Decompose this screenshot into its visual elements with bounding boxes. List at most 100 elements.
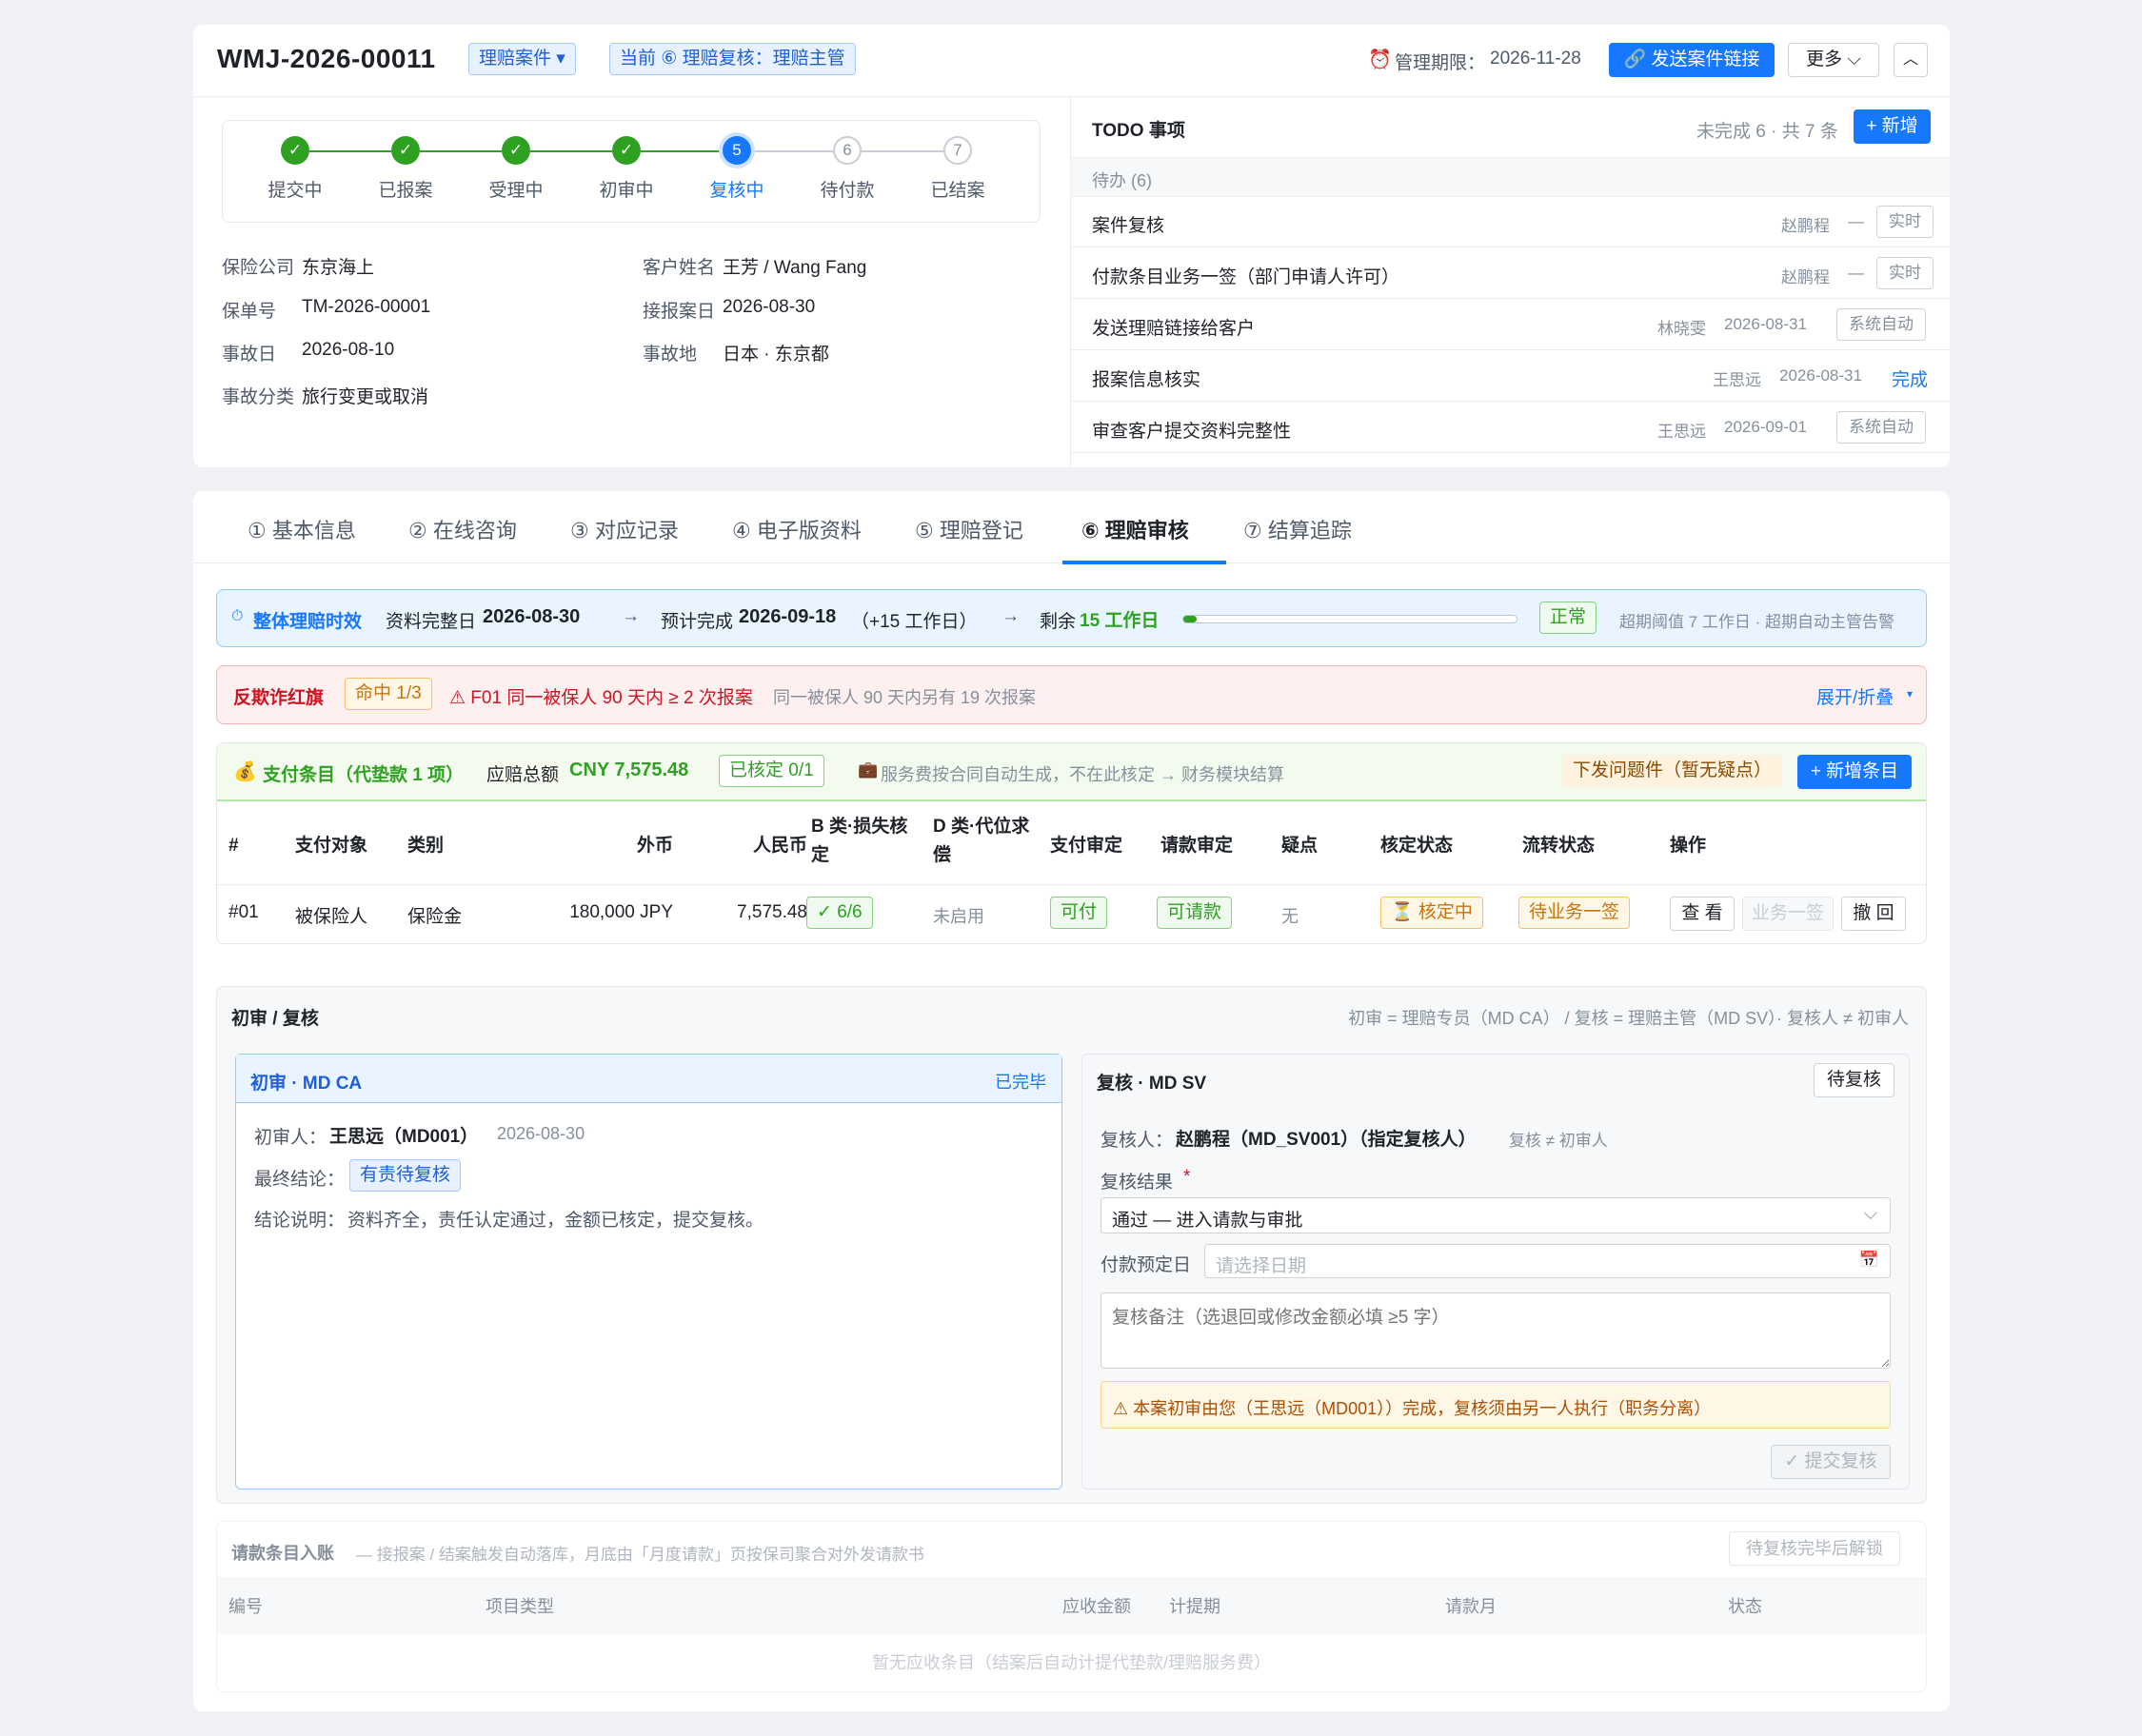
column-header: D 类·代位求偿 <box>933 817 1030 865</box>
chevron-down-icon: ⌵ <box>1847 49 1861 69</box>
fraud-detail: 同一被保人 90 天内另有 19 次报案 <box>773 688 1037 707</box>
section-tabs: ① 基本信息 ② 在线咨询 ③ 对应记录 ④ 电子版资料 ⑤ 理赔登记 ⑥ 理赔审核 ⑦ 结… <box>193 491 1950 564</box>
todo-item-title: 审查客户提交资料完整性 <box>1092 422 1292 442</box>
step-connector <box>530 150 612 152</box>
send-case-link-button[interactable]: 🔗 发送案件链接 <box>1609 43 1775 77</box>
tab-4[interactable]: ④ 电子版资料 <box>732 514 862 544</box>
todo-summary: 未完成 6 · 共 7 条 <box>1696 122 1838 142</box>
accident-place-label: 事故地 <box>643 345 698 365</box>
fraud-rule: ⚠ F01 同一被保人 90 天内 ≥ 2 次报案 <box>449 688 753 708</box>
second-review-title: 复核 · MD SV <box>1097 1074 1207 1094</box>
review-section: 初审 / 复核 初审 = 理赔专员（MD CA） / 复核 = 理赔主管（MD … <box>216 986 1927 1504</box>
fraud-toggle-link[interactable]: 展开/折叠 <box>1816 683 1894 709</box>
complete-date-label: 资料完整日 <box>386 612 477 632</box>
column-header: 支付审定 <box>1050 836 1123 856</box>
step-1: ✓ 提交中 <box>240 136 350 202</box>
column-header: 操作 <box>1670 836 1707 856</box>
tab-3[interactable]: ③ 对应记录 <box>570 514 679 544</box>
step-7: 7 已结案 <box>902 136 1013 202</box>
ledger-column-header: 编号 <box>228 1597 263 1616</box>
submit-review-button[interactable]: ✓ 提交复核 <box>1771 1445 1891 1479</box>
column-header: 流转状态 <box>1522 836 1596 856</box>
chevron-up-icon: ︿ <box>1902 51 1918 68</box>
step-number: 7 <box>943 136 972 165</box>
flow-status-badge: 待业务一签 <box>1518 897 1631 929</box>
tab-5[interactable]: ⑤ 理赔登记 <box>915 514 1023 544</box>
ledger-column-header: 状态 <box>1728 1597 1762 1616</box>
conclusion-desc: 资料齐全，责任认定通过，金额已核定，提交复核。 <box>347 1211 764 1231</box>
customer-value: 王芳 / Wang Fang <box>723 258 867 278</box>
step-label: 提交中 <box>268 181 323 201</box>
todo-item[interactable]: 发送理赔链接给客户 林晓雯 2026-08-31 系统自动 <box>1071 300 1950 350</box>
insurer-label: 保险公司 <box>222 258 295 278</box>
tab-2[interactable]: ② 在线咨询 <box>408 514 517 544</box>
todo-status-chip: 系统自动 <box>1836 411 1926 444</box>
clock-icon: ⏱ <box>231 608 244 624</box>
step-number: 6 <box>833 136 862 165</box>
todo-item[interactable]: 报案信息核实 王思远 2026-08-31 完成 <box>1071 351 1950 402</box>
todo-assignee: 王思远 <box>1713 371 1761 389</box>
column-header: # <box>228 836 239 856</box>
step-label: 受理中 <box>488 181 544 201</box>
issue-problem-button[interactable]: 下发问题件（暂无疑点） <box>1562 755 1783 787</box>
conclusion-label: 最终结论： <box>254 1170 346 1190</box>
payment-note: 服务费按合同自动生成，不在此核定 → 财务模块结算 <box>881 765 1284 784</box>
todo-assignee: 王思远 <box>1657 423 1706 441</box>
todo-assignee: 赵鹏程 <box>1781 268 1830 286</box>
case-header-card: WMJ-2026-00011 理赔案件 ▾ 当前 ⑥ 理赔复核：理赔主管 ⏰ 管… <box>193 25 1950 467</box>
fraud-title: 反欺诈红旗 <box>233 688 325 708</box>
todo-item[interactable]: 付款条目业务一签（部门申请人许可） 赵鹏程 — 实时 <box>1071 248 1950 299</box>
todo-date: 2026-08-31 <box>1779 366 1862 385</box>
policy-label: 保单号 <box>222 302 277 322</box>
todo-date: 2026-08-31 <box>1724 315 1807 333</box>
review-remark-textarea[interactable] <box>1101 1292 1891 1369</box>
add-payment-item-button[interactable]: + 新增条目 <box>1797 755 1912 789</box>
accident-date-value: 2026-08-10 <box>302 340 395 360</box>
alarm-clock-icon: ⏰ <box>1368 49 1392 70</box>
fraud-banner: 反欺诈红旗 命中 1/3 ⚠ F01 同一被保人 90 天内 ≥ 2 次报案 同… <box>216 665 1927 724</box>
add-todo-button[interactable]: + 新增 <box>1854 109 1931 144</box>
step-label: 已报案 <box>378 181 433 201</box>
more-menu-button[interactable]: 更多 ⌵ <box>1788 43 1879 77</box>
unlock-after-review-button[interactable]: 待复核完毕后解锁 <box>1729 1531 1900 1566</box>
active-tab-indicator <box>1062 561 1226 564</box>
todo-date: 2026-09-01 <box>1724 418 1807 436</box>
ledger-table-header: 编号 项目类型 应收金额 计提期 请款月 状态 <box>217 1577 1926 1634</box>
case-type-dropdown[interactable]: 理赔案件 ▾ <box>468 43 576 75</box>
required-mark: * <box>1183 1167 1191 1187</box>
todo-item[interactable]: 案件复核 赵鹏程 — 实时 <box>1071 197 1950 247</box>
step-5: 5 复核中 <box>682 136 792 202</box>
revoke-button[interactable]: 撤 回 <box>1841 897 1906 931</box>
todo-item[interactable]: 审查客户提交资料完整性 王思远 2026-09-01 系统自动 <box>1071 403 1950 453</box>
column-header: 请款审定 <box>1160 836 1234 856</box>
step-label: 已结案 <box>930 181 985 201</box>
view-button[interactable]: 查 看 <box>1670 897 1735 931</box>
timeline-status-badge: 正常 <box>1539 602 1597 634</box>
first-review-title: 初审 · MD CA <box>250 1074 363 1094</box>
deadline-value: 2026-11-28 <box>1490 49 1581 69</box>
send-case-link-label: 发送案件链接 <box>1651 49 1760 69</box>
first-review-state: 已完毕 <box>995 1073 1046 1092</box>
business-sign-button[interactable]: 业务一签 <box>1742 897 1834 931</box>
tab-1[interactable]: ① 基本信息 <box>248 514 356 544</box>
case-number: WMJ-2026-00011 <box>217 44 436 73</box>
tab-7[interactable]: ⑦ 结算追踪 <box>1243 514 1352 544</box>
ledger-column-header: 请款月 <box>1445 1597 1497 1616</box>
tab-6[interactable]: ⑥ 理赔审核 <box>1081 514 1189 544</box>
todo-section-label: 待办 (6) <box>1092 171 1152 190</box>
collapse-up-button[interactable]: ︿ <box>1894 43 1928 77</box>
timeline-title: 整体理赔时效 <box>253 612 363 632</box>
case-progress-steps: ✓ 提交中 ✓ 已报案 ✓ 受理中 ✓ 初审中 5 复核中 6 待付款 7 已结案 <box>222 120 1041 223</box>
column-header: 类别 <box>407 836 445 856</box>
link-icon: 🔗 <box>1623 49 1647 69</box>
step-label: 待付款 <box>820 181 875 201</box>
arrow-right-icon: → <box>622 606 640 626</box>
review-result-select[interactable]: 通过 — 进入请款与审批 ⌵ <box>1101 1197 1891 1233</box>
expected-date-value: 2026-09-18 <box>739 606 837 627</box>
pay-date-picker[interactable]: 请选择日期 📅 <box>1204 1244 1891 1278</box>
conclusion-badge: 有责待复核 <box>349 1159 462 1192</box>
todo-status-chip: 实时 <box>1876 206 1934 238</box>
accept-date-value: 2026-08-30 <box>723 297 816 317</box>
step-6: 6 待付款 <box>792 136 902 202</box>
second-reviewer-note: 复核 ≠ 初审人 <box>1509 1132 1608 1150</box>
